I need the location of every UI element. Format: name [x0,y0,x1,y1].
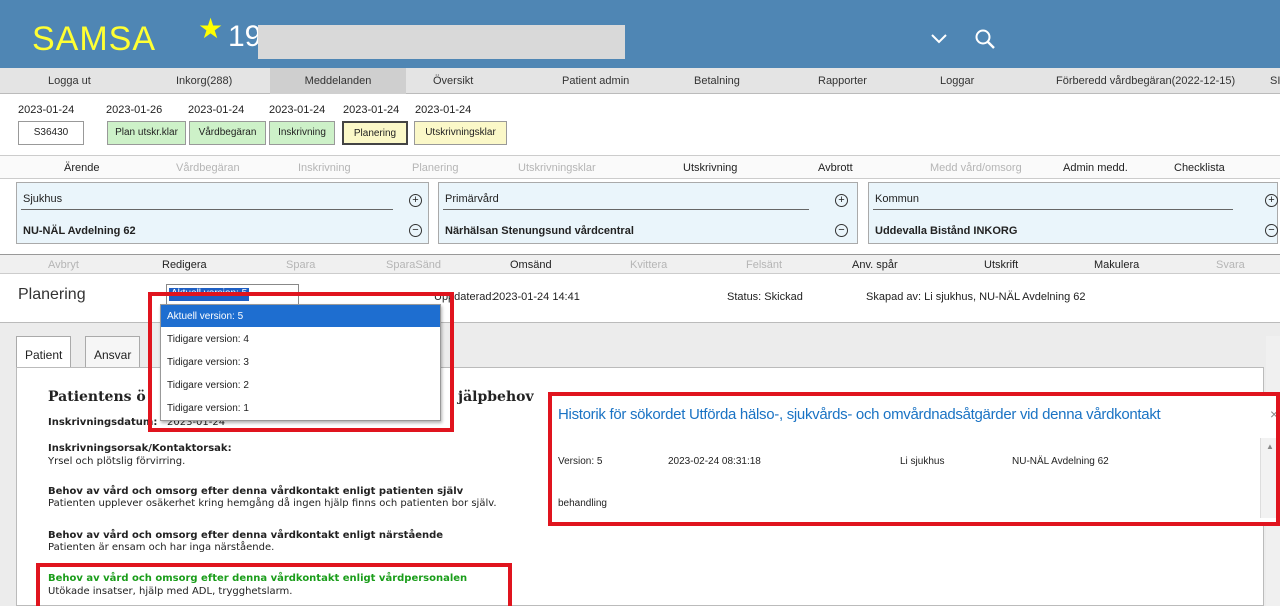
divider [21,209,393,210]
page-title: Planering [18,286,86,303]
need-relative-label: Behov av vård och omsorg efter denna vår… [48,530,444,541]
created-by-text: Skapad av: Li sjukhus, NU-NÄL Avdelning … [866,291,1086,303]
divider [443,209,809,210]
menu-logs[interactable]: Loggar [940,75,974,87]
reason-value: Yrsel och plötslig förvirring. [48,456,186,467]
highlight-box-staff-need [36,563,512,606]
top-bar: SAMSA ★ 19 [0,0,1280,68]
timeline-date: 2023-01-24 [343,104,400,116]
app-logo[interactable]: SAMSA [32,20,156,59]
plus-circle-icon[interactable]: + [409,194,422,207]
need-patient-value: Patienten upplever osäkerhet kring hemgå… [48,498,497,509]
action-makulera[interactable]: Makulera [1094,259,1139,271]
chevron-down-icon[interactable] [930,26,948,52]
unit-title: Primärvård [445,193,499,205]
menu-more[interactable]: SI [1270,75,1280,87]
section-heading-end: jälpbehov [458,389,534,405]
plus-circle-icon[interactable]: + [1265,194,1278,207]
search-icon[interactable] [974,28,996,50]
action-anv-spar[interactable]: Anv. spår [852,259,898,271]
minus-circle-icon[interactable]: − [835,224,848,237]
tab-admin-medd[interactable]: Admin medd. [1063,162,1128,174]
menu-inbox[interactable]: Inkorg(288) [176,75,232,87]
status-text: Status: Skickad [727,291,803,303]
chip-vardbegaran[interactable]: Vårdbegäran [189,121,266,145]
action-omsand[interactable]: Omsänd [510,259,552,271]
favorite-count: 19 [228,20,262,53]
action-kvittera[interactable]: Kvittera [630,259,667,271]
need-patient-label: Behov av vård och omsorg efter denna vår… [48,486,464,497]
action-utskrift[interactable]: Utskrift [984,259,1018,271]
menu-logout[interactable]: Logga ut [48,75,91,87]
action-redigera[interactable]: Redigera [162,259,207,271]
menu-reports[interactable]: Rapporter [818,75,867,87]
minus-circle-icon[interactable]: − [409,224,422,237]
timeline-date: 2023-01-24 [188,104,245,116]
highlight-box-history [548,392,1280,526]
action-svara[interactable]: Svara [1216,259,1245,271]
menu-overview[interactable]: Översikt [433,75,473,87]
timeline-date: 2023-01-24 [18,104,75,116]
tab-utskrivningsklar[interactable]: Utskrivningsklar [518,162,596,174]
tab-inskrivning[interactable]: Inskrivning [298,162,351,174]
plus-circle-icon[interactable]: + [835,194,848,207]
minus-circle-icon[interactable]: − [1265,224,1278,237]
chip-planering[interactable]: Planering [342,121,408,145]
tab-medd-vard-omsorg[interactable]: Medd vård/omsorg [930,162,1022,174]
timeline-date: 2023-01-24 [415,104,472,116]
action-spara[interactable]: Spara [286,259,315,271]
reason-label: Inskrivningsorsak/Kontaktorsak: [48,443,232,454]
star-icon[interactable]: ★ [198,12,223,45]
unit-title: Sjukhus [23,193,63,205]
unit-panel-sjukhus: Sjukhus NU-NÄL Avdelning 62 + − [16,182,429,244]
updated-timestamp: 2023-01-24 14:41 [493,291,580,303]
patient-search-field[interactable] [258,25,625,59]
tab-patient[interactable]: Patient [16,336,72,369]
unit-panel-kommun: Kommun Uddevalla Bistånd INKORG + − [868,182,1278,244]
chip-plan-utskr-klar[interactable]: Plan utskr.klar [107,121,186,145]
chip-inskrivning[interactable]: Inskrivning [269,121,335,145]
unit-value: NU-NÄL Avdelning 62 [23,225,136,237]
section-heading: Patientens ö [48,389,146,405]
tab-checklista[interactable]: Checklista [1174,162,1225,174]
action-felsant[interactable]: Felsänt [746,259,782,271]
menu-patient-admin[interactable]: Patient admin [562,75,629,87]
admission-date-label: Inskrivningsdatum: [48,417,158,428]
unit-value: Närhälsan Stenungsund vårdcentral [445,225,634,237]
timeline-date: 2023-01-26 [106,104,163,116]
action-sparasand[interactable]: SparaSänd [386,259,441,271]
timeline-date: 2023-01-24 [269,104,326,116]
tab-planering[interactable]: Planering [412,162,458,174]
divider [873,209,1233,210]
case-number-chip[interactable]: S36430 [18,121,84,145]
tab-avbrott[interactable]: Avbrott [818,162,853,174]
menu-payment[interactable]: Betalning [694,75,740,87]
need-relative-value: Patienten är ensam och har inga närståen… [48,542,275,553]
unit-value: Uddevalla Bistånd INKORG [875,225,1018,237]
case-tabs: Ärende Vårdbegäran Inskrivning Planering… [0,155,1280,179]
unit-title: Kommun [875,193,920,205]
tab-utskrivning[interactable]: Utskrivning [683,162,737,174]
main-menu: Logga ut Inkorg(288) Meddelanden Översik… [0,68,1280,94]
menu-messages[interactable]: Meddelanden [270,68,406,94]
tab-arende[interactable]: Ärende [64,162,99,174]
menu-prepared-request[interactable]: Förberedd vårdbegäran(2022-12-15) [1056,75,1235,87]
tab-ansvar[interactable]: Ansvar [85,336,141,368]
highlight-box-versions [148,292,454,432]
unit-panel-primarvard: Primärvård Närhälsan Stenungsund vårdcen… [438,182,858,244]
tab-vardbegaran[interactable]: Vårdbegäran [176,162,240,174]
chip-utskrivningsklar[interactable]: Utskrivningsklar [414,121,507,145]
action-avbryt[interactable]: Avbryt [48,259,79,271]
action-bar: Avbryt Redigera Spara SparaSänd Omsänd K… [0,254,1280,274]
